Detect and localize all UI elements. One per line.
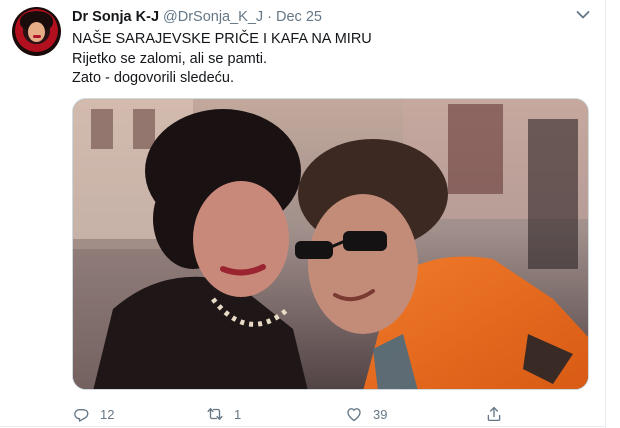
tweet-text: NAŠE SARAJEVSKE PRIČE I KAFA NA MIRU Rij… [72,30,372,89]
tweet[interactable]: Dr Sonja K-J @DrSonja_K_J · Dec 25 NAŠE … [0,0,606,428]
user-handle[interactable]: @DrSonja_K_J [163,9,263,25]
tweet-actions: 12 1 39 [72,404,522,424]
like-count: 39 [373,406,388,422]
tweet-text-line: Rijetko se zalomi, ali se pamti. [72,50,268,67]
chevron-down-icon[interactable] [576,10,590,20]
reply-icon [74,408,89,422]
retweet-icon [207,408,223,420]
avatar[interactable] [12,7,61,56]
heart-icon [347,408,361,422]
tweet-header: Dr Sonja K-J @DrSonja_K_J · Dec 25 [72,9,322,27]
tweet-text-line: NAŠE SARAJEVSKE PRIČE I KAFA NA MIRU [72,31,372,47]
tweet-date[interactable]: Dec 25 [276,9,322,25]
reply-button[interactable]: 12 [72,404,114,424]
retweet-button[interactable]: 1 [206,404,241,424]
separator-dot: · [267,9,273,25]
tweet-text-line: Zato - dogovorili sledeću. [72,70,234,86]
display-name[interactable]: Dr Sonja K-J [72,9,159,25]
share-button[interactable] [485,404,513,424]
like-button[interactable]: 39 [345,404,387,424]
retweet-count: 1 [234,406,242,422]
reply-count: 12 [100,406,115,422]
share-icon [487,406,501,422]
tweet-photo[interactable] [72,98,589,390]
column-divider [605,0,606,428]
tweet-divider [0,426,606,427]
